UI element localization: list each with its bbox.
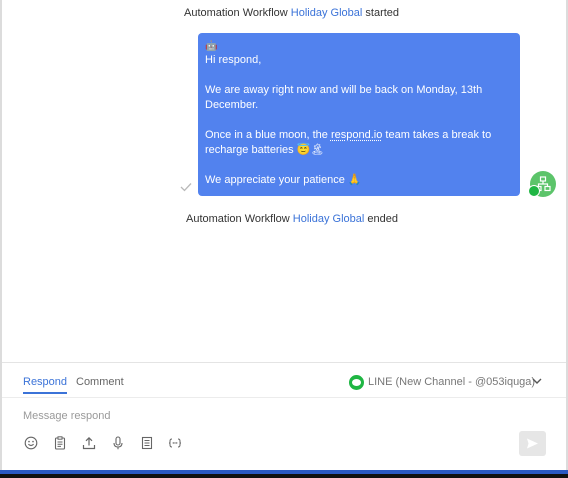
variable-icon[interactable] [168, 436, 182, 450]
message-line-break-start: Once in a blue moon, the [205, 129, 328, 141]
workflow-started-message: Automation Workflow Holiday Global start… [184, 7, 399, 19]
outgoing-message-bubble: 🤖 Hi respond, We are away right now and … [198, 33, 520, 196]
tab-comment[interactable]: Comment [76, 376, 124, 394]
channel-label: LINE (New Channel - @053iquga) [368, 376, 536, 388]
workflow-ended-suffix: ended [367, 213, 398, 225]
send-icon [527, 438, 538, 449]
channel-selector[interactable]: LINE (New Channel - @053iquga) [349, 374, 535, 390]
tab-respond[interactable]: Respond [23, 376, 68, 394]
respond-io-link[interactable]: respond.io [331, 129, 382, 141]
message-composer: Respond Comment LINE (New Channel - @053… [2, 362, 566, 470]
message-line-away: We are away right now and will be back o… [205, 84, 483, 111]
chevron-down-icon[interactable] [532, 377, 542, 385]
chat-panel: Automation Workflow Holiday Global start… [2, 0, 566, 362]
tabs-divider [2, 397, 566, 398]
workflow-ended-prefix: Automation Workflow [186, 213, 290, 225]
workflow-started-suffix: started [365, 7, 400, 19]
message-line-patience: We appreciate your patience 🙏 [205, 174, 362, 186]
upload-icon[interactable] [82, 436, 96, 450]
taskbar-edge [0, 474, 568, 478]
workflow-link[interactable]: Holiday Global [291, 7, 363, 19]
line-icon [528, 185, 540, 197]
workflow-link[interactable]: Holiday Global [293, 213, 365, 225]
snippet-icon[interactable] [140, 436, 154, 450]
message-line-break: Once in a blue moon, the respond.io team… [205, 128, 512, 158]
check-icon [180, 183, 192, 192]
workflow-ended-message: Automation Workflow Holiday Global ended [186, 213, 398, 225]
robot-emoji: 🤖 [205, 41, 218, 52]
message-greeting: Hi respond, [205, 54, 262, 66]
message-input[interactable] [23, 408, 503, 424]
send-button[interactable] [519, 431, 546, 456]
line-icon [349, 374, 364, 390]
clipboard-icon[interactable] [53, 436, 67, 450]
workflow-started-prefix: Automation Workflow [184, 7, 288, 19]
emoji-icon[interactable] [24, 436, 38, 450]
microphone-icon[interactable] [111, 436, 125, 450]
